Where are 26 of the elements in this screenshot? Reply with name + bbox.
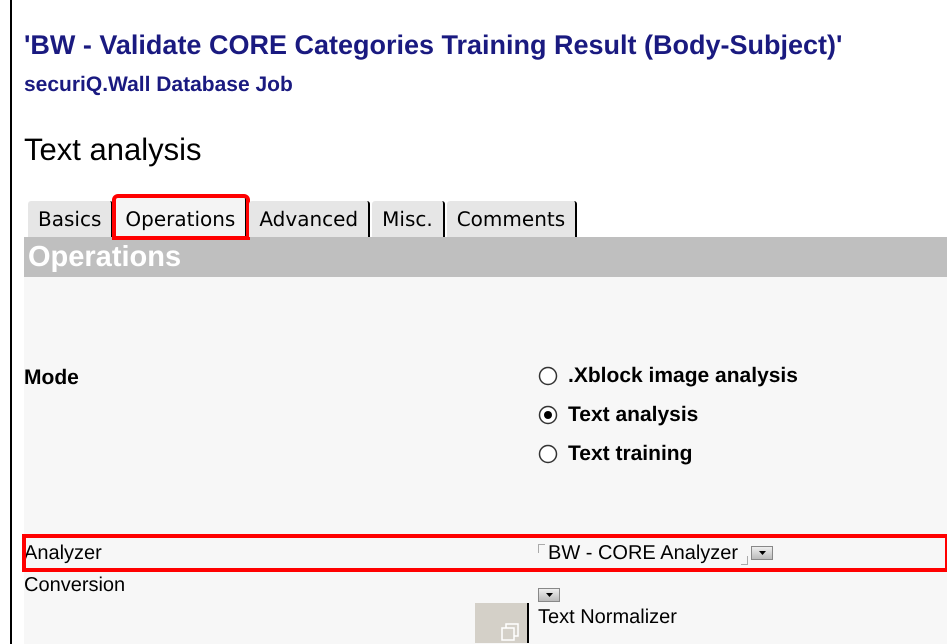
mode-label: Mode — [24, 366, 80, 390]
tab[interactable]: Basics — [28, 201, 114, 237]
radio-button[interactable] — [538, 405, 558, 425]
tab[interactable]: Operations — [115, 197, 248, 237]
analyzer-label: Analyzer — [24, 542, 103, 564]
radio-button[interactable] — [538, 444, 558, 464]
radio-label: Text training — [568, 442, 692, 466]
section-heading: Text analysis — [24, 133, 202, 167]
tab[interactable]: Misc. — [372, 201, 445, 237]
radio-label: Text analysis — [568, 403, 698, 427]
copy-icon — [501, 623, 519, 641]
section-header-bar: Operations — [24, 237, 947, 277]
analyzer-value: BW - CORE Analyzer — [548, 542, 738, 564]
conversion-value: Text Normalizer — [538, 606, 677, 629]
dropdown-button[interactable] — [751, 546, 774, 560]
radio-label: .Xblock image analysis — [568, 364, 798, 388]
caret-icon — [546, 593, 552, 597]
caret-icon — [758, 551, 766, 555]
copy-button[interactable] — [475, 603, 529, 643]
page-subtitle: securiQ.Wall Database Job — [24, 72, 294, 98]
tab[interactable]: Comments — [446, 201, 578, 237]
page-title: 'BW - Validate CORE Categories Training Result (Body-Subject)' — [24, 29, 844, 62]
radio-button[interactable] — [538, 366, 558, 386]
tab[interactable]: Advanced — [249, 201, 370, 237]
conversion-label: Conversion — [24, 574, 126, 597]
dropdown-button[interactable] — [538, 588, 560, 602]
